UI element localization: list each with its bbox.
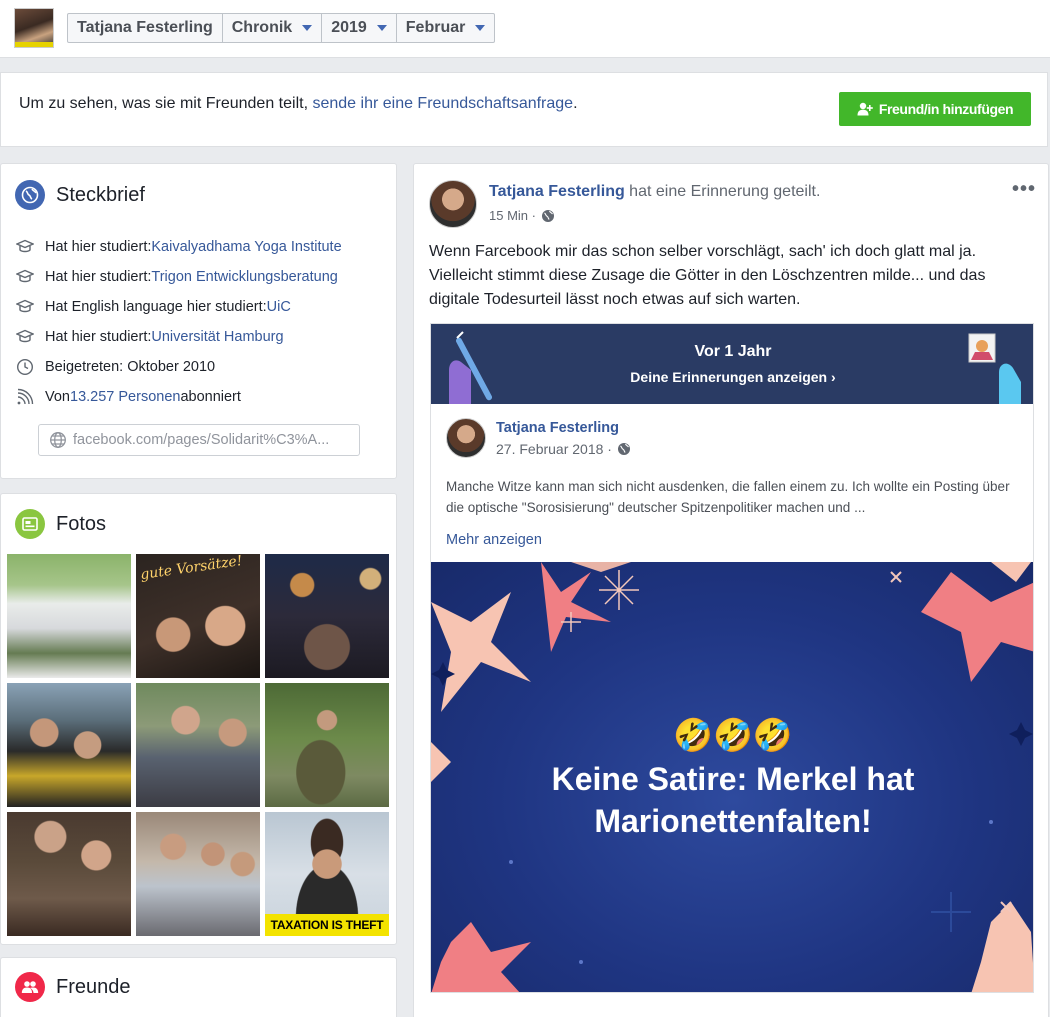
friend-request-message: Um zu sehen, was sie mit Freunden teilt,… [19,95,578,112]
friend-request-banner: Um zu sehen, was sie mit Freunden teilt,… [0,72,1048,147]
timeline-post: Tatjana Festerling hat eine Erinnerung g… [413,163,1049,1017]
photo-thumbnail[interactable] [7,554,131,678]
photo-thumbnail[interactable]: TAXATION IS THEFT [265,812,389,936]
memory-author-avatar[interactable] [446,418,486,458]
intro-list: Hat hier studiert: Kaivalyadhama Yoga In… [15,232,385,412]
photos-card: Fotos gute Vorsätze! TAXATION IS THEFT [0,493,397,945]
photo-thumbnail[interactable] [136,812,260,936]
followers-link[interactable]: 13.257 Personen [70,389,180,405]
clock-icon [15,357,35,377]
add-friend-button[interactable]: Freund/in hinzufügen [839,92,1031,126]
view-label: Chronik [231,19,293,36]
graduation-cap-icon [15,237,35,257]
memory-title: Vor 1 Jahr [694,343,772,360]
school-link[interactable]: Trigon Entwicklungsberatung [151,269,337,285]
timeline-topbar: Tatjana Festerling Chronik 2019 Februar [0,0,1050,58]
graduation-cap-icon [15,297,35,317]
photos-header[interactable]: Fotos [15,509,106,539]
profile-url-link[interactable]: facebook.com/pages/Solidarit%C3%A... [38,424,360,456]
chevron-down-icon [302,25,313,31]
photo-handwritten-caption: gute Vorsätze! [139,554,244,584]
year-label: 2019 [331,19,367,36]
graduation-cap-icon [15,267,35,287]
rss-icon [15,387,35,407]
timeline-navigator: Tatjana Festerling Chronik 2019 Februar [67,13,496,43]
school-link[interactable]: Universität Hamburg [151,329,283,345]
memory-cta: Deine Erinnerungen anzeigen › [630,369,836,385]
post-action: hat eine Erinnerung geteilt. [624,183,821,200]
laughing-emoji: 🤣🤣🤣 [673,717,793,753]
photo-thumbnail[interactable] [265,554,389,678]
globe-icon [617,443,630,455]
memory-author-link[interactable]: Tatjana Festerling [496,420,619,436]
show-more-link[interactable]: Mehr anzeigen [446,532,542,548]
memory-attachment: Vor 1 Jahr Deine Erinnerungen anzeigen ›… [430,323,1034,993]
chevron-right-icon: › [827,369,836,385]
post-author-link[interactable]: Tatjana Festerling [489,183,625,200]
photo-thumbnail[interactable] [7,812,131,936]
month-dropdown[interactable]: Februar [397,14,495,42]
intro-item-education: Hat hier studiert: Kaivalyadhama Yoga In… [15,232,385,262]
chevron-down-icon [376,25,387,31]
intro-item-education: Hat hier studiert: Trigon Entwicklungsbe… [15,262,385,292]
friends-card: Freunde [0,957,397,1017]
intro-item-education: Hat hier studiert: Universität Hamburg [15,322,385,352]
intro-title: Steckbrief [56,183,145,206]
post-author-avatar[interactable] [429,180,477,228]
school-link[interactable]: UiC [267,299,291,315]
post-text: Wenn Farcebook mir das schon selber vors… [429,243,986,308]
chevron-down-icon [475,25,486,31]
friends-header[interactable]: Freunde [15,972,131,1002]
post-options-icon[interactable]: ••• [1012,178,1036,201]
globe-icon [50,432,66,448]
photo-thumbnail[interactable] [136,683,260,807]
friends-title: Freunde [56,975,131,998]
photos-title: Fotos [56,512,107,535]
view-dropdown[interactable]: Chronik [223,14,323,42]
profile-avatar[interactable] [14,8,54,48]
memory-image-headline: Keine Satire: Merkel hat Marionettenfalt… [551,761,915,839]
add-friend-icon [857,102,873,116]
memory-post-image[interactable]: 🤣🤣🤣 Keine Satire: Merkel hat Marionetten… [431,562,1033,992]
photo-icon [15,509,45,539]
profile-name: Tatjana Festerling [77,19,213,36]
memory-illustration-right [968,333,1021,404]
memory-illustration-left [449,331,493,404]
memory-post-text: Manche Witze kann man sich nicht ausdenk… [446,479,1010,515]
photo-caption: TAXATION IS THEFT [265,914,389,936]
school-link[interactable]: Kaivalyadhama Yoga Institute [151,239,341,255]
photo-thumbnail[interactable] [7,683,131,807]
memory-date[interactable]: 27. Februar 2018 · [496,441,631,457]
intro-header: Steckbrief [15,180,145,210]
memory-header[interactable]: Vor 1 Jahr Deine Erinnerungen anzeigen › [431,324,1033,404]
intro-item-joined: Beigetreten: Oktober 2010 [15,352,385,382]
year-dropdown[interactable]: 2019 [322,14,397,42]
send-friend-request-link[interactable]: sende ihr eine Freundschaftsanfrage [312,95,573,112]
intro-item-education: Hat English language hier studiert: UiC [15,292,385,322]
globe-icon [541,209,554,222]
globe-icon [15,180,45,210]
profile-name-button[interactable]: Tatjana Festerling [68,14,223,42]
post-timestamp[interactable]: 15 Min · [489,208,555,223]
photos-grid: gute Vorsätze! TAXATION IS THEFT [7,554,389,936]
month-label: Februar [405,19,466,36]
photo-thumbnail[interactable]: gute Vorsätze! [136,554,260,678]
memory-shared-post: Tatjana Festerling 27. Februar 2018 · Ma… [431,404,1033,562]
graduation-cap-icon [15,327,35,347]
intro-card: Steckbrief Hat hier studiert: Kaivalyadh… [0,163,397,479]
photo-thumbnail[interactable] [265,683,389,807]
post-header: Tatjana Festerling hat eine Erinnerung g… [489,183,820,201]
intro-item-followers: Von 13.257 Personen abonniert [15,382,385,412]
friends-icon [15,972,45,1002]
